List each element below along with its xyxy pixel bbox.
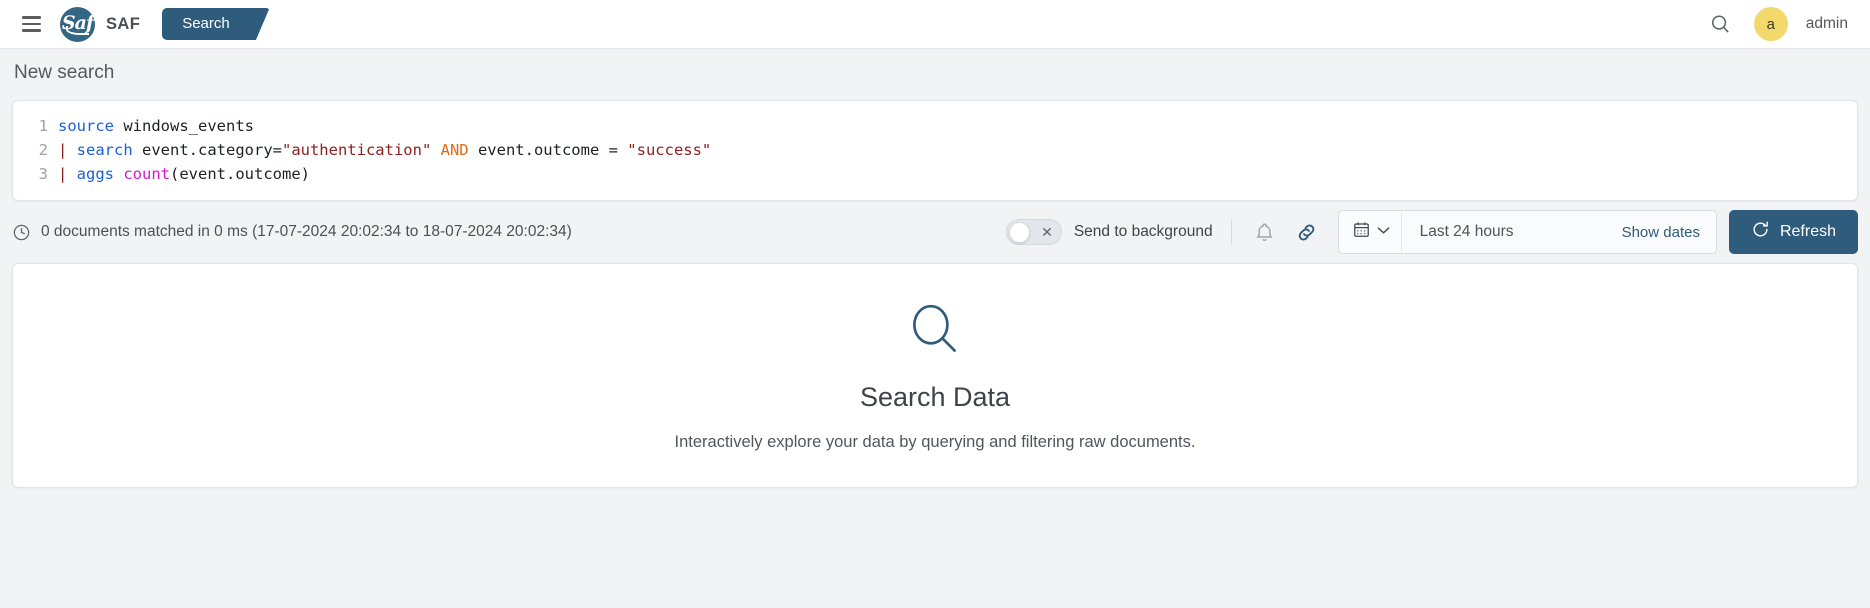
query-code-area[interactable]: 1 source windows_events 2 | search event.ca… — [13, 114, 1857, 186]
hamburger-line — [21, 29, 41, 32]
refresh-button[interactable]: Refresh — [1728, 210, 1858, 254]
code-token-kw: search — [76, 141, 133, 159]
search-results-panel: Search Data Interactively explore your d… — [12, 263, 1858, 488]
top-header-bar: Saf SAF Search a admin — [0, 0, 1870, 49]
magnifier-icon — [902, 299, 968, 370]
calendar-icon — [1352, 220, 1371, 244]
header-right-group: a admin — [1706, 7, 1848, 41]
refresh-icon — [1751, 220, 1770, 244]
code-token-pipe: | — [58, 165, 77, 183]
date-range-value[interactable]: Last 24 hours — [1401, 211, 1622, 253]
page-title-bar: New search — [0, 49, 1870, 97]
bell-icon[interactable] — [1250, 217, 1280, 247]
status-summary-group: 0 documents matched in 0 ms (17-07-2024 … — [12, 223, 572, 242]
empty-state-title: Search Data — [859, 382, 1011, 412]
toggle-knob — [1008, 221, 1030, 243]
code-token-op: AND — [440, 141, 469, 159]
show-dates-link[interactable]: Show dates — [1621, 211, 1716, 253]
code-line[interactable]: 1 source windows_events — [13, 114, 1857, 138]
line-number: 2 — [38, 141, 48, 159]
code-token-fn: count — [123, 165, 171, 183]
code-token-kw: aggs — [76, 165, 124, 183]
send-to-background-label: Send to background — [1073, 223, 1213, 240]
calendar-dropdown-button[interactable] — [1338, 211, 1402, 253]
code-token-plain: windows_events — [114, 117, 254, 135]
code-token-plain: event.category= — [132, 141, 282, 159]
code-token-kw: source — [58, 117, 114, 135]
hamburger-menu-icon[interactable] — [14, 7, 48, 41]
code-token-plain: event.outcome = — [468, 141, 628, 159]
clock-icon — [12, 223, 31, 242]
line-number: 1 — [38, 117, 48, 135]
code-line[interactable]: 3 | aggs count(event.outcome) — [13, 162, 1857, 186]
date-range-picker[interactable]: Last 24 hours Show dates — [1337, 210, 1717, 254]
query-editor-panel[interactable]: 1 source windows_events 2 | search event.ca… — [12, 100, 1858, 201]
divider — [1230, 219, 1232, 245]
brand-name: SAF — [106, 14, 141, 33]
avatar[interactable]: a — [1753, 7, 1788, 41]
send-to-background-toggle[interactable]: ✕ — [1005, 219, 1062, 245]
code-line-content[interactable]: | aggs count(event.outcome) — [58, 162, 310, 186]
line-number: 3 — [38, 165, 48, 183]
toggle-off-icon: ✕ — [1041, 224, 1053, 240]
brand[interactable]: Saf SAF — [60, 6, 141, 42]
page-title: New search — [14, 62, 115, 83]
code-line[interactable]: 2 | search event.category="authentication… — [13, 138, 1857, 162]
code-token-plain: (event.outcome) — [170, 165, 310, 183]
hamburger-line — [21, 22, 41, 26]
code-token-pipe: | — [58, 141, 77, 159]
empty-state-description: Interactively explore your data by query… — [674, 433, 1196, 451]
tab-search[interactable]: Search — [162, 7, 256, 41]
code-line-content[interactable]: | search event.category="authentication"… — [58, 138, 711, 162]
status-actions-group: ✕ Send to background — [1005, 217, 1322, 247]
code-line-content[interactable]: source windows_events — [58, 114, 254, 138]
search-icon[interactable] — [1706, 9, 1736, 39]
nav-tabs: Search — [162, 7, 256, 41]
chevron-down-icon — [1377, 226, 1390, 238]
saf-logo-icon: Saf — [60, 6, 95, 42]
logo-swoosh — [66, 25, 89, 35]
code-token-str: "authentication" — [281, 141, 432, 159]
hamburger-line — [21, 16, 41, 19]
search-status-bar: 0 documents matched in 0 ms (17-07-2024 … — [0, 201, 1870, 263]
username-label[interactable]: admin — [1806, 15, 1848, 33]
refresh-label: Refresh — [1779, 223, 1836, 240]
link-icon[interactable] — [1292, 217, 1322, 247]
status-summary-text: 0 documents matched in 0 ms (17-07-2024 … — [41, 223, 572, 240]
code-token-str: "success" — [627, 141, 712, 159]
